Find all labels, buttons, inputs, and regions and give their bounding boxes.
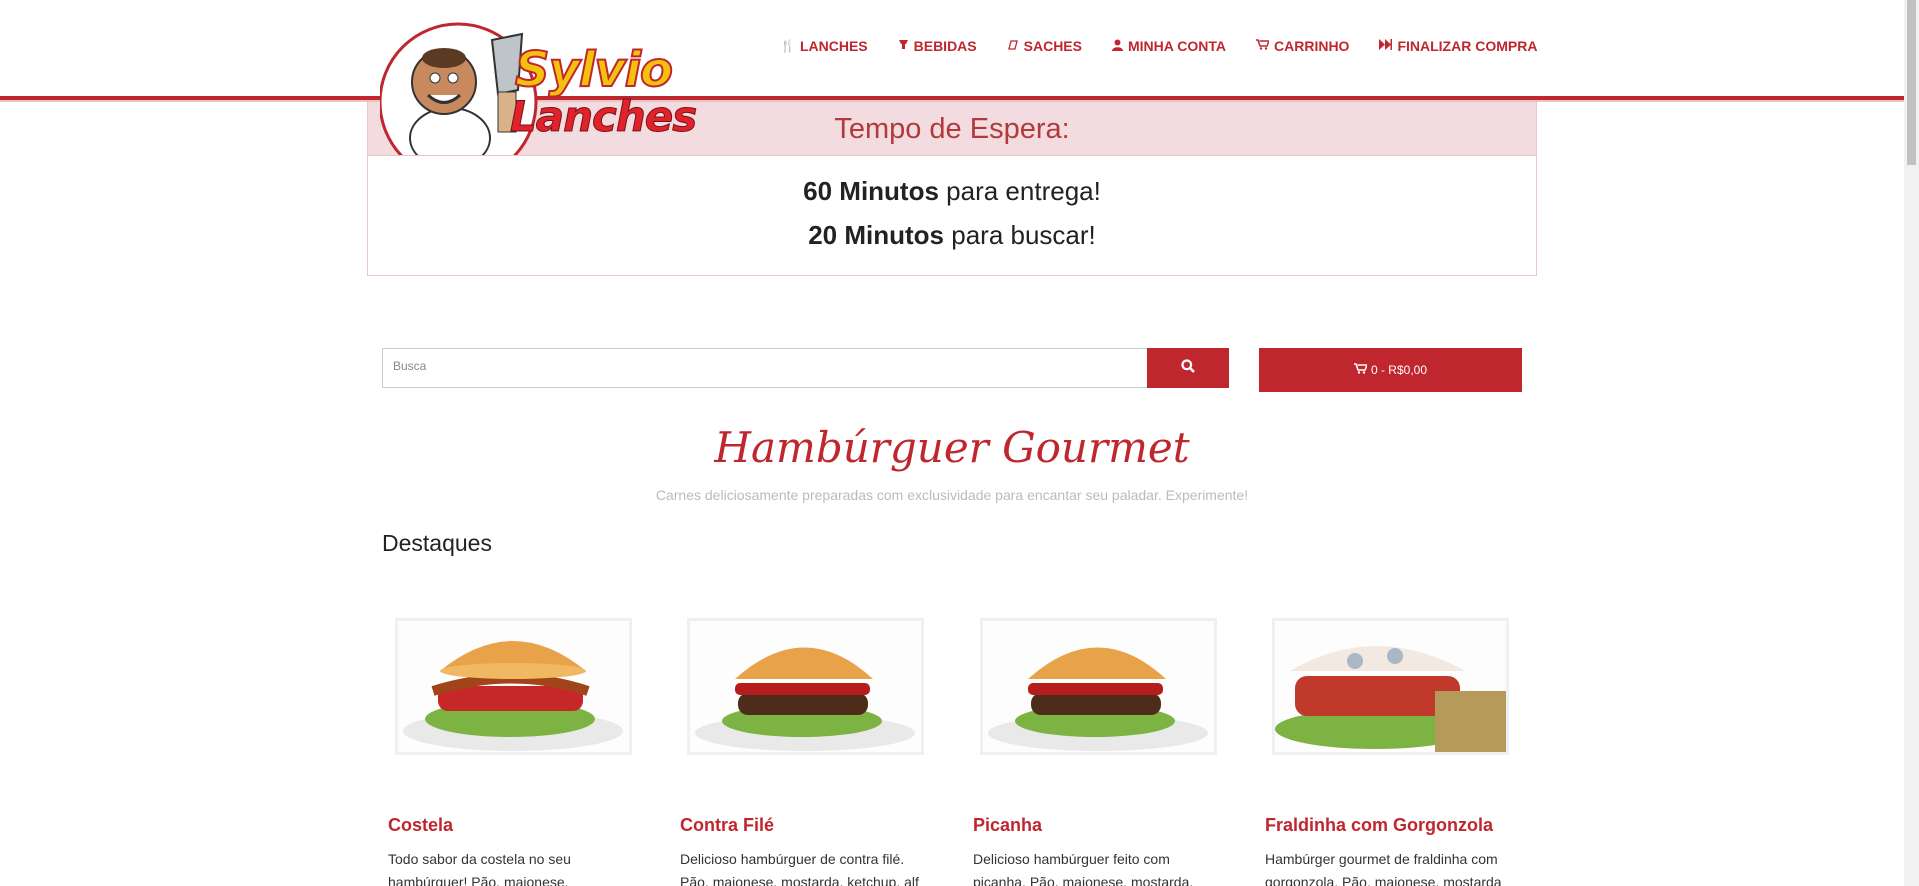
pickup-time: 20 Minutos para buscar! — [368, 220, 1536, 251]
product-image[interactable] — [395, 618, 632, 755]
pickup-time-value: 20 Minutos — [808, 220, 945, 250]
product-card[interactable]: Fraldinha com Gorgonzola Hambúrger gourm… — [1259, 618, 1521, 886]
nav-carrinho[interactable]: CARRINHO — [1256, 38, 1349, 54]
page: 🍴 LANCHES BEBIDAS SACHES MINHA CONTA CAR… — [0, 0, 1919, 886]
cart-summary-label: 0 - R$0,00 — [1370, 363, 1428, 377]
section-subtitle: Carnes deliciosamente preparadas com exc… — [655, 487, 1249, 503]
delivery-time-value: 60 Minutos — [803, 176, 939, 206]
product-name[interactable]: Fraldinha com Gorgonzola — [1265, 815, 1521, 836]
nav-saches[interactable]: SACHES — [1007, 38, 1082, 54]
brand-name-line1: Sylvio — [514, 41, 674, 99]
nav-label: FINALIZAR COMPRA — [1397, 38, 1538, 54]
product-name[interactable]: Contra Filé — [680, 815, 936, 836]
product-description: Todo sabor da costela no seu hambúrguer!… — [388, 851, 571, 886]
product-description: Delicioso hambúrguer feito com picanha. … — [973, 851, 1194, 886]
nav-minha-conta[interactable]: MINHA CONTA — [1112, 38, 1226, 54]
product-description: Delicioso hambúrguer de contra filé. Pão… — [680, 851, 919, 886]
delivery-time-text: para entrega! — [946, 176, 1101, 206]
nav-lanches[interactable]: 🍴 LANCHES — [780, 38, 868, 54]
utensils-icon: 🍴 — [780, 39, 795, 53]
nav-label: BEBIDAS — [913, 38, 977, 54]
search-icon — [1181, 358, 1195, 378]
product-name[interactable]: Picanha — [973, 815, 1229, 836]
delivery-time: 60 Minutos para entrega! — [368, 176, 1536, 207]
scrollbar-thumb[interactable] — [1907, 0, 1916, 165]
sachet-icon — [1007, 39, 1019, 54]
pickup-time-text: para buscar! — [951, 220, 1096, 250]
fast-forward-icon — [1379, 39, 1393, 53]
product-name[interactable]: Costela — [388, 815, 644, 836]
product-card[interactable]: Contra Filé Delicioso hambúrguer de cont… — [674, 618, 936, 886]
nav-label: CARRINHO — [1274, 38, 1350, 54]
product-description: Hambúrger gourmet de fraldinha com gorgo… — [1265, 851, 1502, 886]
section-title: Hambúrguer Gourmet — [714, 423, 1190, 472]
product-card[interactable]: Picanha Delicioso hambúrguer feito com p… — [967, 618, 1229, 886]
nav-label: MINHA CONTA — [1128, 38, 1226, 54]
product-image[interactable] — [687, 618, 924, 755]
cart-summary-button[interactable]: 0 - R$0,00 — [1259, 348, 1522, 392]
search-input[interactable]: Busca — [382, 348, 1148, 388]
brand-name-line2: Lanches — [509, 92, 697, 142]
page-scrollbar[interactable] — [1904, 0, 1919, 886]
brand-logo[interactable]: Sylvio Lanches — [380, 20, 698, 155]
user-icon — [1112, 39, 1123, 54]
highlights-heading: Destaques — [382, 530, 492, 556]
product-image[interactable] — [980, 618, 1217, 755]
main-nav: 🍴 LANCHES BEBIDAS SACHES MINHA CONTA CAR… — [780, 38, 1537, 54]
glass-icon — [898, 39, 909, 53]
nav-label: SACHES — [1023, 38, 1082, 54]
nav-label: LANCHES — [799, 38, 868, 54]
cart-icon — [1353, 363, 1369, 377]
product-card[interactable]: Costela Todo sabor da costela no seu ham… — [382, 618, 644, 886]
cart-icon — [1256, 39, 1271, 53]
search-button[interactable] — [1147, 348, 1229, 388]
nav-finalizar-compra[interactable]: FINALIZAR COMPRA — [1379, 38, 1537, 54]
product-image[interactable] — [1272, 618, 1509, 755]
header: 🍴 LANCHES BEBIDAS SACHES MINHA CONTA CAR… — [0, 0, 1904, 102]
nav-bebidas[interactable]: BEBIDAS — [898, 38, 977, 54]
